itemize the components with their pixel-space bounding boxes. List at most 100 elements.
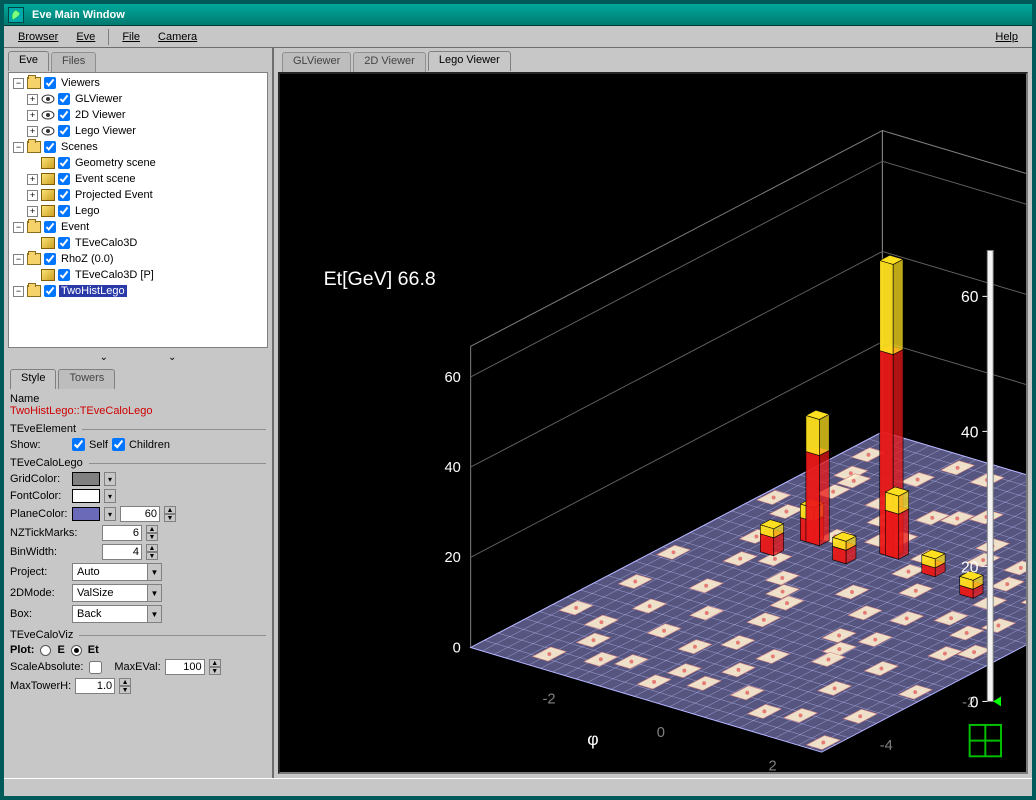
folder-icon <box>27 253 41 265</box>
spin-down-icon[interactable]: ▼ <box>209 667 221 675</box>
leaf-icon[interactable] <box>8 7 24 23</box>
maxtowerh-value[interactable] <box>75 678 115 694</box>
svg-text:-2: -2 <box>543 692 556 708</box>
tree-rhoz[interactable]: −RhoZ (0.0) <box>13 251 265 267</box>
fontcolor-swatch[interactable] <box>72 489 100 503</box>
folder-icon <box>27 141 41 153</box>
expand-icon[interactable]: + <box>27 206 38 217</box>
tree-event[interactable]: −Event <box>13 219 265 235</box>
spin-down-icon[interactable]: ▼ <box>119 686 131 694</box>
tree-check[interactable] <box>58 189 70 201</box>
binwidth-value[interactable] <box>102 544 142 560</box>
tree-glviewer[interactable]: +GLViewer <box>13 91 265 107</box>
tree-check[interactable] <box>44 141 56 153</box>
tree-check[interactable] <box>58 237 70 249</box>
tab-legoviewer[interactable]: Lego Viewer <box>428 51 511 71</box>
tree-check[interactable] <box>58 109 70 121</box>
tree-twohistlego[interactable]: −TwoHistLego <box>13 283 265 299</box>
spin-up-icon[interactable]: ▲ <box>164 506 176 514</box>
chevron-down-icon[interactable]: ▼ <box>147 564 161 580</box>
window-frame: Eve Main Window Browser Eve File Camera … <box>0 0 1036 800</box>
menu-help[interactable]: Help <box>987 29 1026 45</box>
nztickmarks-value[interactable] <box>102 525 142 541</box>
expand-icon[interactable]: + <box>27 110 38 121</box>
plot-label: Plot: <box>10 644 34 656</box>
mode2d-combo[interactable]: ValSize▼ <box>72 584 162 602</box>
tree-check[interactable] <box>58 205 70 217</box>
expand-icon[interactable]: + <box>27 126 38 137</box>
tree-lego[interactable]: +Lego <box>13 203 265 219</box>
tree-scenes[interactable]: −Scenes <box>13 139 265 155</box>
expand-icon[interactable]: + <box>27 94 38 105</box>
tree-check[interactable] <box>44 221 56 233</box>
tree-geometryscene[interactable]: Geometry scene <box>13 155 265 171</box>
spin-down-icon[interactable]: ▼ <box>146 533 158 541</box>
project-combo[interactable]: Auto▼ <box>72 563 162 581</box>
tree-check[interactable] <box>44 285 56 297</box>
menu-camera[interactable]: Camera <box>150 29 205 45</box>
spin-up-icon[interactable]: ▲ <box>209 659 221 667</box>
expand-icon[interactable]: + <box>27 190 38 201</box>
lego-viewer-canvas[interactable]: 0204060-202-4-2024φηEt[GeV] 66.80204060 <box>278 72 1028 774</box>
chevron-down-icon: ⌄ <box>168 352 176 363</box>
tree-check[interactable] <box>58 125 70 137</box>
expand-icon[interactable]: + <box>27 174 38 185</box>
chevron-down-icon[interactable]: ▼ <box>147 585 161 601</box>
menu-file[interactable]: File <box>114 29 148 45</box>
tree-check[interactable] <box>44 253 56 265</box>
collapse-icon[interactable]: − <box>13 78 24 89</box>
tab-files[interactable]: Files <box>51 52 96 72</box>
maxeval-value[interactable] <box>165 659 205 675</box>
spin-up-icon[interactable]: ▲ <box>119 678 131 686</box>
tree-check[interactable] <box>58 269 70 281</box>
tree-tevecalo3d[interactable]: TEveCalo3D <box>13 235 265 251</box>
tree-eventscene[interactable]: +Event scene <box>13 171 265 187</box>
menu-browser[interactable]: Browser <box>10 29 66 45</box>
collapse-icon[interactable]: − <box>13 222 24 233</box>
check-children[interactable] <box>112 438 125 451</box>
tab-eve[interactable]: Eve <box>8 51 49 71</box>
collapse-icon[interactable]: − <box>13 254 24 265</box>
titlebar[interactable]: Eve Main Window <box>4 4 1032 26</box>
gridcolor-swatch[interactable] <box>72 472 100 486</box>
tree-view[interactable]: −Viewers +GLViewer +2D Viewer +Lego View… <box>8 72 268 348</box>
tree-projectedevent[interactable]: +Projected Event <box>13 187 265 203</box>
tree-2dviewer[interactable]: +2D Viewer <box>13 107 265 123</box>
radio-et[interactable] <box>71 645 82 656</box>
radio-e[interactable] <box>40 645 51 656</box>
spin-up-icon[interactable]: ▲ <box>146 544 158 552</box>
svg-text:20: 20 <box>445 550 461 566</box>
tree-check[interactable] <box>58 93 70 105</box>
name-value: TwoHistLego::TEveCaloLego <box>10 405 266 417</box>
spin-down-icon[interactable]: ▼ <box>164 514 176 522</box>
splitter-handle[interactable]: ⌄⌄ <box>4 350 272 365</box>
tab-towers[interactable]: Towers <box>58 369 115 389</box>
check-self[interactable] <box>72 438 85 451</box>
tree-check[interactable] <box>58 173 70 185</box>
spin-down-icon[interactable]: ▼ <box>146 552 158 560</box>
tree-check[interactable] <box>44 77 56 89</box>
spin-up-icon[interactable]: ▲ <box>146 525 158 533</box>
box3d-icon <box>41 237 55 249</box>
tree-legoviewer[interactable]: +Lego Viewer <box>13 123 265 139</box>
chevron-down-icon[interactable]: ▼ <box>147 606 161 622</box>
collapse-icon[interactable]: − <box>13 142 24 153</box>
tree-viewers[interactable]: −Viewers <box>13 75 265 91</box>
fontcolor-dropdown[interactable]: ▾ <box>104 489 116 503</box>
gridcolor-dropdown[interactable]: ▾ <box>104 472 116 486</box>
box-combo[interactable]: Back▼ <box>72 605 162 623</box>
collapse-icon[interactable]: − <box>13 286 24 297</box>
section-teveelement: TEveElement <box>10 423 266 435</box>
check-scaleabs[interactable] <box>89 661 102 674</box>
planecolor-value[interactable] <box>120 506 160 522</box>
tab-glviewer[interactable]: GLViewer <box>282 52 351 72</box>
menu-eve[interactable]: Eve <box>68 29 103 45</box>
tab-style[interactable]: Style <box>10 369 56 389</box>
panel-tabs: Style Towers <box>10 369 266 389</box>
planecolor-swatch[interactable] <box>72 507 100 521</box>
tree-tevecalo3dp[interactable]: TEveCalo3D [P] <box>13 267 265 283</box>
tree-check[interactable] <box>58 157 70 169</box>
tab-2dviewer[interactable]: 2D Viewer <box>353 52 426 72</box>
maxtowerh-label: MaxTowerH: <box>10 680 71 692</box>
planecolor-dropdown[interactable]: ▾ <box>104 507 116 521</box>
